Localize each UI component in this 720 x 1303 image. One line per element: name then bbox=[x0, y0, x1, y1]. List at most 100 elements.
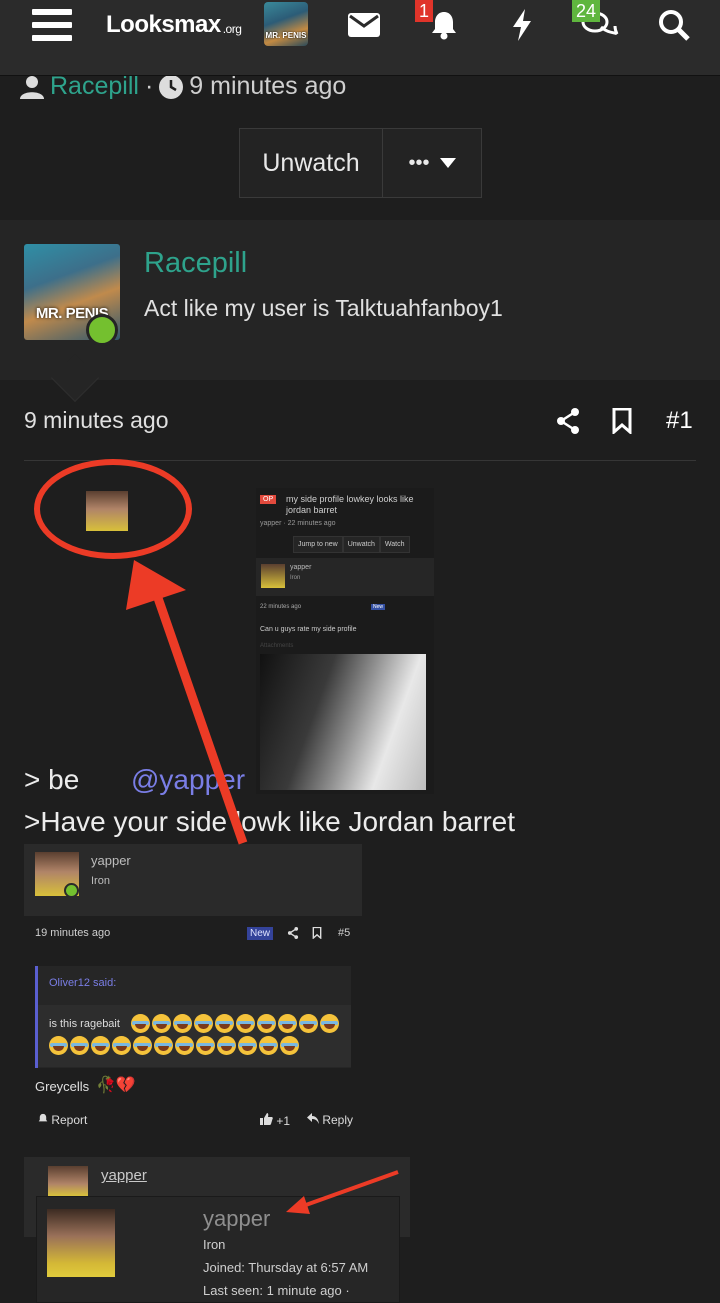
laughing-emoji bbox=[131, 1014, 150, 1033]
thread-actions: Unwatch ••• bbox=[239, 128, 482, 198]
reply-time: 19 minutes ago bbox=[35, 927, 111, 939]
bookmark-icon[interactable] bbox=[612, 404, 638, 438]
embedded-thread-screenshot[interactable]: OP my side profile lowkey looks like jor… bbox=[256, 488, 434, 794]
tooltip-last-seen: Last seen: 1 minute ago · bbox=[203, 1283, 350, 1298]
quote-author: Oliver12 said: bbox=[49, 977, 117, 989]
reply-button: Reply bbox=[307, 1113, 353, 1127]
like-button: +1 bbox=[260, 1113, 290, 1128]
jump-button: Jump to new bbox=[293, 536, 343, 553]
thread-author[interactable]: Racepill bbox=[50, 72, 139, 101]
reply-arrow-icon bbox=[307, 1113, 319, 1124]
post-line-1: > be bbox=[24, 764, 80, 795]
more-dots: ••• bbox=[408, 151, 430, 174]
hovered-username: yapper bbox=[101, 1167, 147, 1184]
laughing-emoji bbox=[215, 1014, 234, 1033]
top-navigation-bar: Looksmax .org MR. PENIS 1 24 bbox=[0, 0, 720, 76]
laughing-emoji bbox=[152, 1014, 171, 1033]
meta-separator: · bbox=[144, 72, 154, 100]
bell-icon bbox=[38, 1113, 48, 1122]
thread-time: 9 minutes ago bbox=[189, 72, 347, 100]
broken-heart-icon: 🥀💔 bbox=[96, 1077, 136, 1094]
embedded-thread-title: my side profile lowkey looks like jordan… bbox=[286, 494, 414, 515]
more-options-button[interactable]: ••• bbox=[383, 129, 481, 197]
caret-down-icon bbox=[439, 158, 456, 168]
laughing-emoji bbox=[280, 1036, 299, 1055]
embedded-new-badge: New bbox=[371, 604, 386, 610]
like-count: +1 bbox=[276, 1114, 291, 1128]
laughing-emoji bbox=[238, 1036, 257, 1055]
laughing-emoji bbox=[259, 1036, 278, 1055]
laughing-emoji bbox=[173, 1014, 192, 1033]
online-indicator bbox=[64, 883, 79, 898]
laughing-emoji bbox=[257, 1014, 276, 1033]
share-icon[interactable] bbox=[556, 404, 586, 438]
embedded-avatar bbox=[261, 564, 285, 588]
laughing-emoji-row-1 bbox=[131, 1014, 339, 1033]
post-line-2: >Have your side lowk like Jordan barret bbox=[24, 806, 516, 837]
embedded-time: 22 minutes ago bbox=[260, 604, 302, 610]
logo-suffix: .org bbox=[222, 22, 242, 36]
tooltip-role: Iron bbox=[203, 1237, 226, 1252]
reply-role: Iron bbox=[91, 875, 110, 887]
laughing-emoji bbox=[91, 1036, 110, 1055]
post-time[interactable]: 9 minutes ago bbox=[24, 407, 168, 434]
laughing-emoji bbox=[112, 1036, 131, 1055]
conversations-badge: 24 bbox=[572, 0, 601, 22]
laughing-emoji bbox=[320, 1014, 339, 1033]
reply-author: yapper bbox=[91, 853, 131, 868]
post-number[interactable]: #1 bbox=[666, 404, 693, 438]
laughing-emoji bbox=[196, 1036, 215, 1055]
laughing-emoji bbox=[70, 1036, 89, 1055]
avatar-caption: MR. PENIS bbox=[265, 31, 307, 40]
logo-text: Looksmax bbox=[106, 11, 221, 38]
user-mention[interactable]: @yapper bbox=[131, 764, 245, 796]
laughing-emoji bbox=[175, 1036, 194, 1055]
embedded-body: Can u guys rate my side profile bbox=[260, 626, 357, 633]
mail-icon[interactable] bbox=[344, 0, 384, 50]
laughing-emoji bbox=[278, 1014, 297, 1033]
embedded-attachments: Attachments bbox=[260, 643, 294, 649]
reply-label: Reply bbox=[322, 1113, 354, 1127]
embedded-buttons: Jump to new Unwatch Watch bbox=[293, 536, 410, 553]
laughing-emoji bbox=[299, 1014, 318, 1033]
annotation-circle bbox=[34, 459, 192, 559]
unwatch-button: Unwatch bbox=[342, 536, 380, 553]
thumbs-up-icon bbox=[260, 1113, 273, 1125]
reply-avatar bbox=[48, 1166, 88, 1196]
op-badge: OP bbox=[260, 495, 277, 504]
reply-number: #5 bbox=[338, 927, 351, 939]
share-icon bbox=[287, 926, 299, 944]
embedded-role: Iron bbox=[290, 575, 301, 581]
watch-button: Watch bbox=[379, 536, 410, 553]
site-logo[interactable]: Looksmax .org bbox=[106, 0, 246, 50]
user-icon bbox=[20, 75, 44, 99]
bookmark-icon bbox=[312, 926, 322, 944]
clock-icon bbox=[159, 74, 184, 99]
laughing-emoji bbox=[236, 1014, 255, 1033]
search-icon[interactable] bbox=[654, 0, 694, 50]
thread-meta: Racepill · 9 minutes ago bbox=[20, 72, 346, 101]
unwatch-button[interactable]: Unwatch bbox=[240, 129, 383, 197]
laughing-emoji bbox=[154, 1036, 173, 1055]
notifications-badge: 1 bbox=[415, 0, 434, 22]
new-badge: New bbox=[247, 927, 274, 940]
poster-title: Act like my user is Talktuahfanboy1 bbox=[144, 295, 503, 321]
quote-text: is this ragebait bbox=[49, 1018, 120, 1030]
embedded-thread-meta: yapper · 22 minutes ago bbox=[260, 520, 336, 527]
laughing-emoji bbox=[133, 1036, 152, 1055]
laughing-emoji bbox=[217, 1036, 236, 1055]
big-red-arrow bbox=[126, 560, 248, 845]
poster-name[interactable]: Racepill bbox=[144, 247, 247, 280]
report-button: Report bbox=[38, 1113, 87, 1127]
laughing-emoji bbox=[49, 1036, 68, 1055]
tooltip-username: yapper bbox=[203, 1206, 271, 1231]
tooltip-joined: Joined: Thursday at 6:57 AM bbox=[203, 1260, 369, 1275]
report-label: Report bbox=[51, 1113, 88, 1127]
laughing-emoji bbox=[194, 1014, 213, 1033]
side-profile-photo bbox=[260, 654, 426, 790]
menu-icon[interactable] bbox=[30, 0, 74, 50]
reply-text: Greycells bbox=[35, 1079, 90, 1094]
laughing-emoji-row-2 bbox=[49, 1036, 299, 1055]
bolt-icon[interactable] bbox=[502, 0, 542, 50]
user-avatar-button[interactable]: MR. PENIS bbox=[264, 2, 308, 46]
